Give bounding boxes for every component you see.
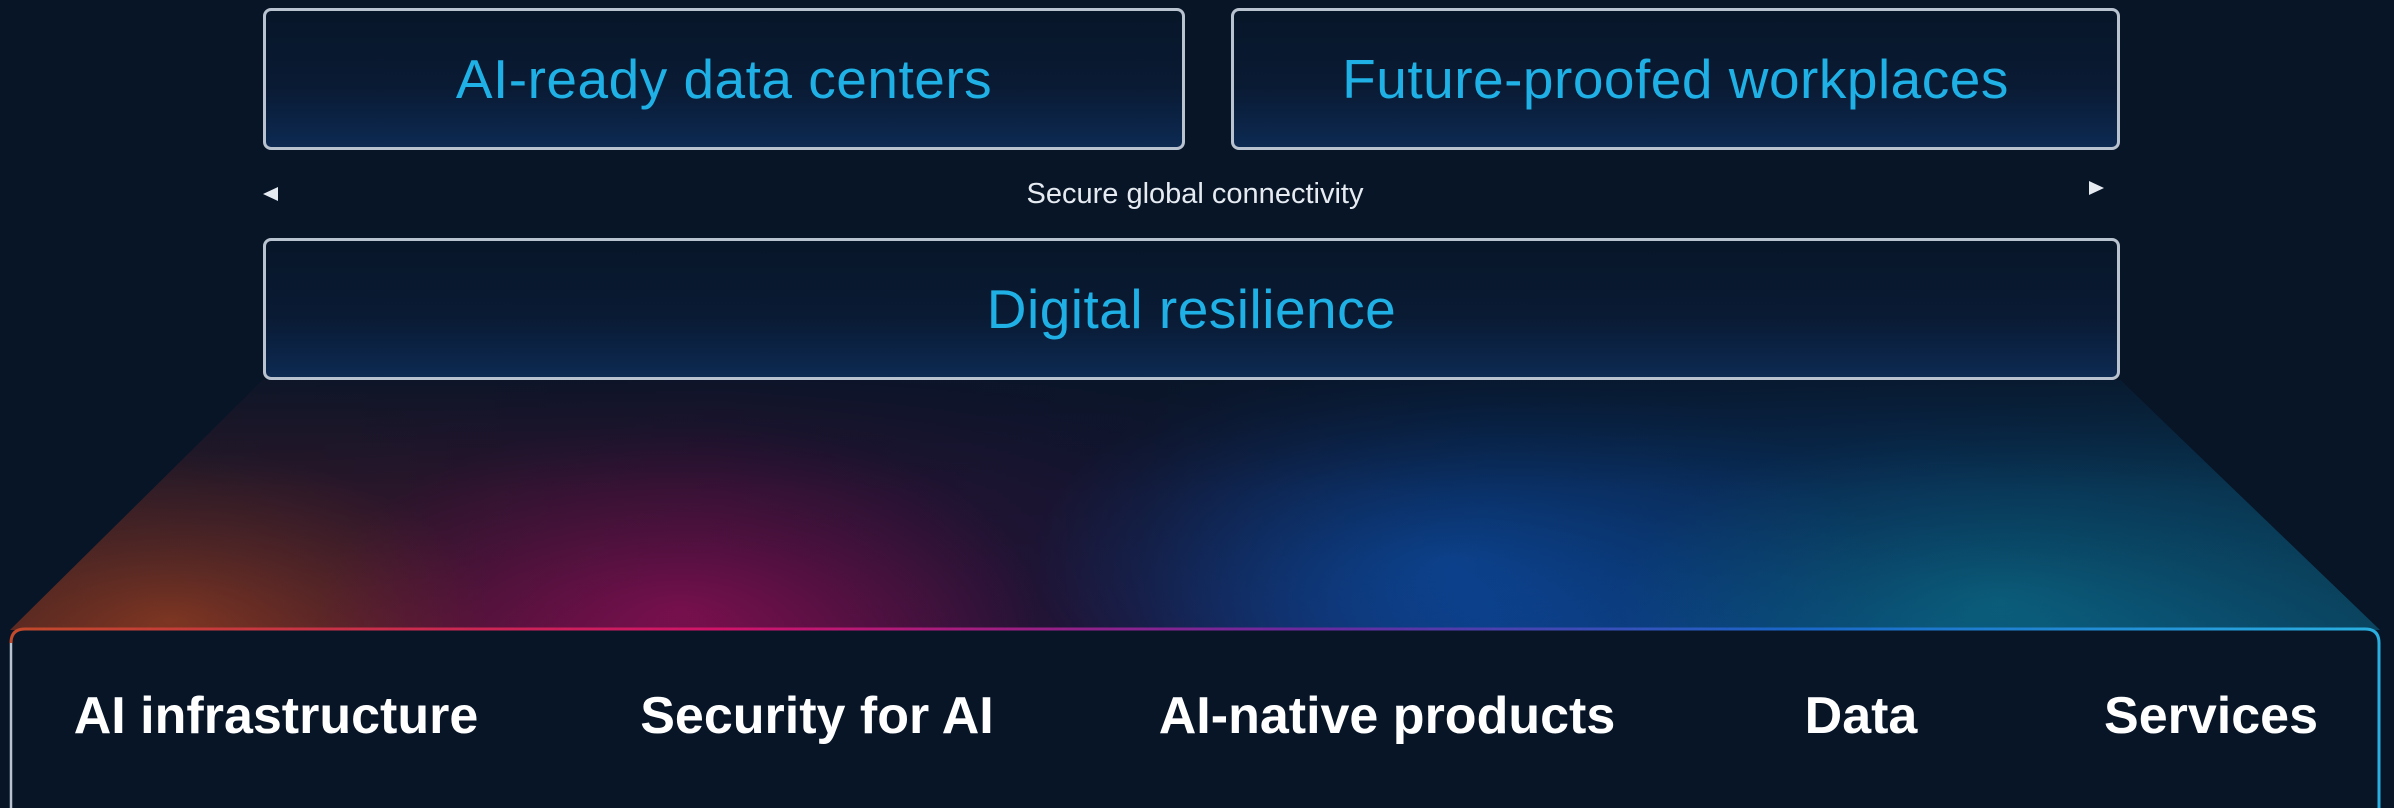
secure-global-connectivity-label: Secure global connectivity xyxy=(1026,178,1364,210)
pillar-ai-native-products: AI-native products xyxy=(1158,687,1616,745)
future-proofed-workplaces-box: Future-proofed workplaces xyxy=(1231,8,2120,150)
left-arrow-icon xyxy=(263,187,950,201)
right-arrow-icon xyxy=(1430,181,2104,195)
digital-resilience-label: Digital resilience xyxy=(986,278,1397,340)
ai-platform-diagram: AI-ready data centers Future-proofed wor… xyxy=(0,0,2394,808)
pillar-services: Services xyxy=(2104,687,2318,745)
ai-ready-data-centers-box: AI-ready data centers xyxy=(263,8,1185,150)
ai-ready-data-centers-label: AI-ready data centers xyxy=(455,48,993,110)
pillar-data: Data xyxy=(1804,687,1918,745)
pillar-ai-infrastructure: AI infrastructure xyxy=(73,687,479,745)
digital-resilience-box: Digital resilience xyxy=(263,238,2120,380)
future-proofed-workplaces-label: Future-proofed workplaces xyxy=(1342,48,2009,110)
pillar-security-for-ai: Security for AI xyxy=(640,687,994,745)
